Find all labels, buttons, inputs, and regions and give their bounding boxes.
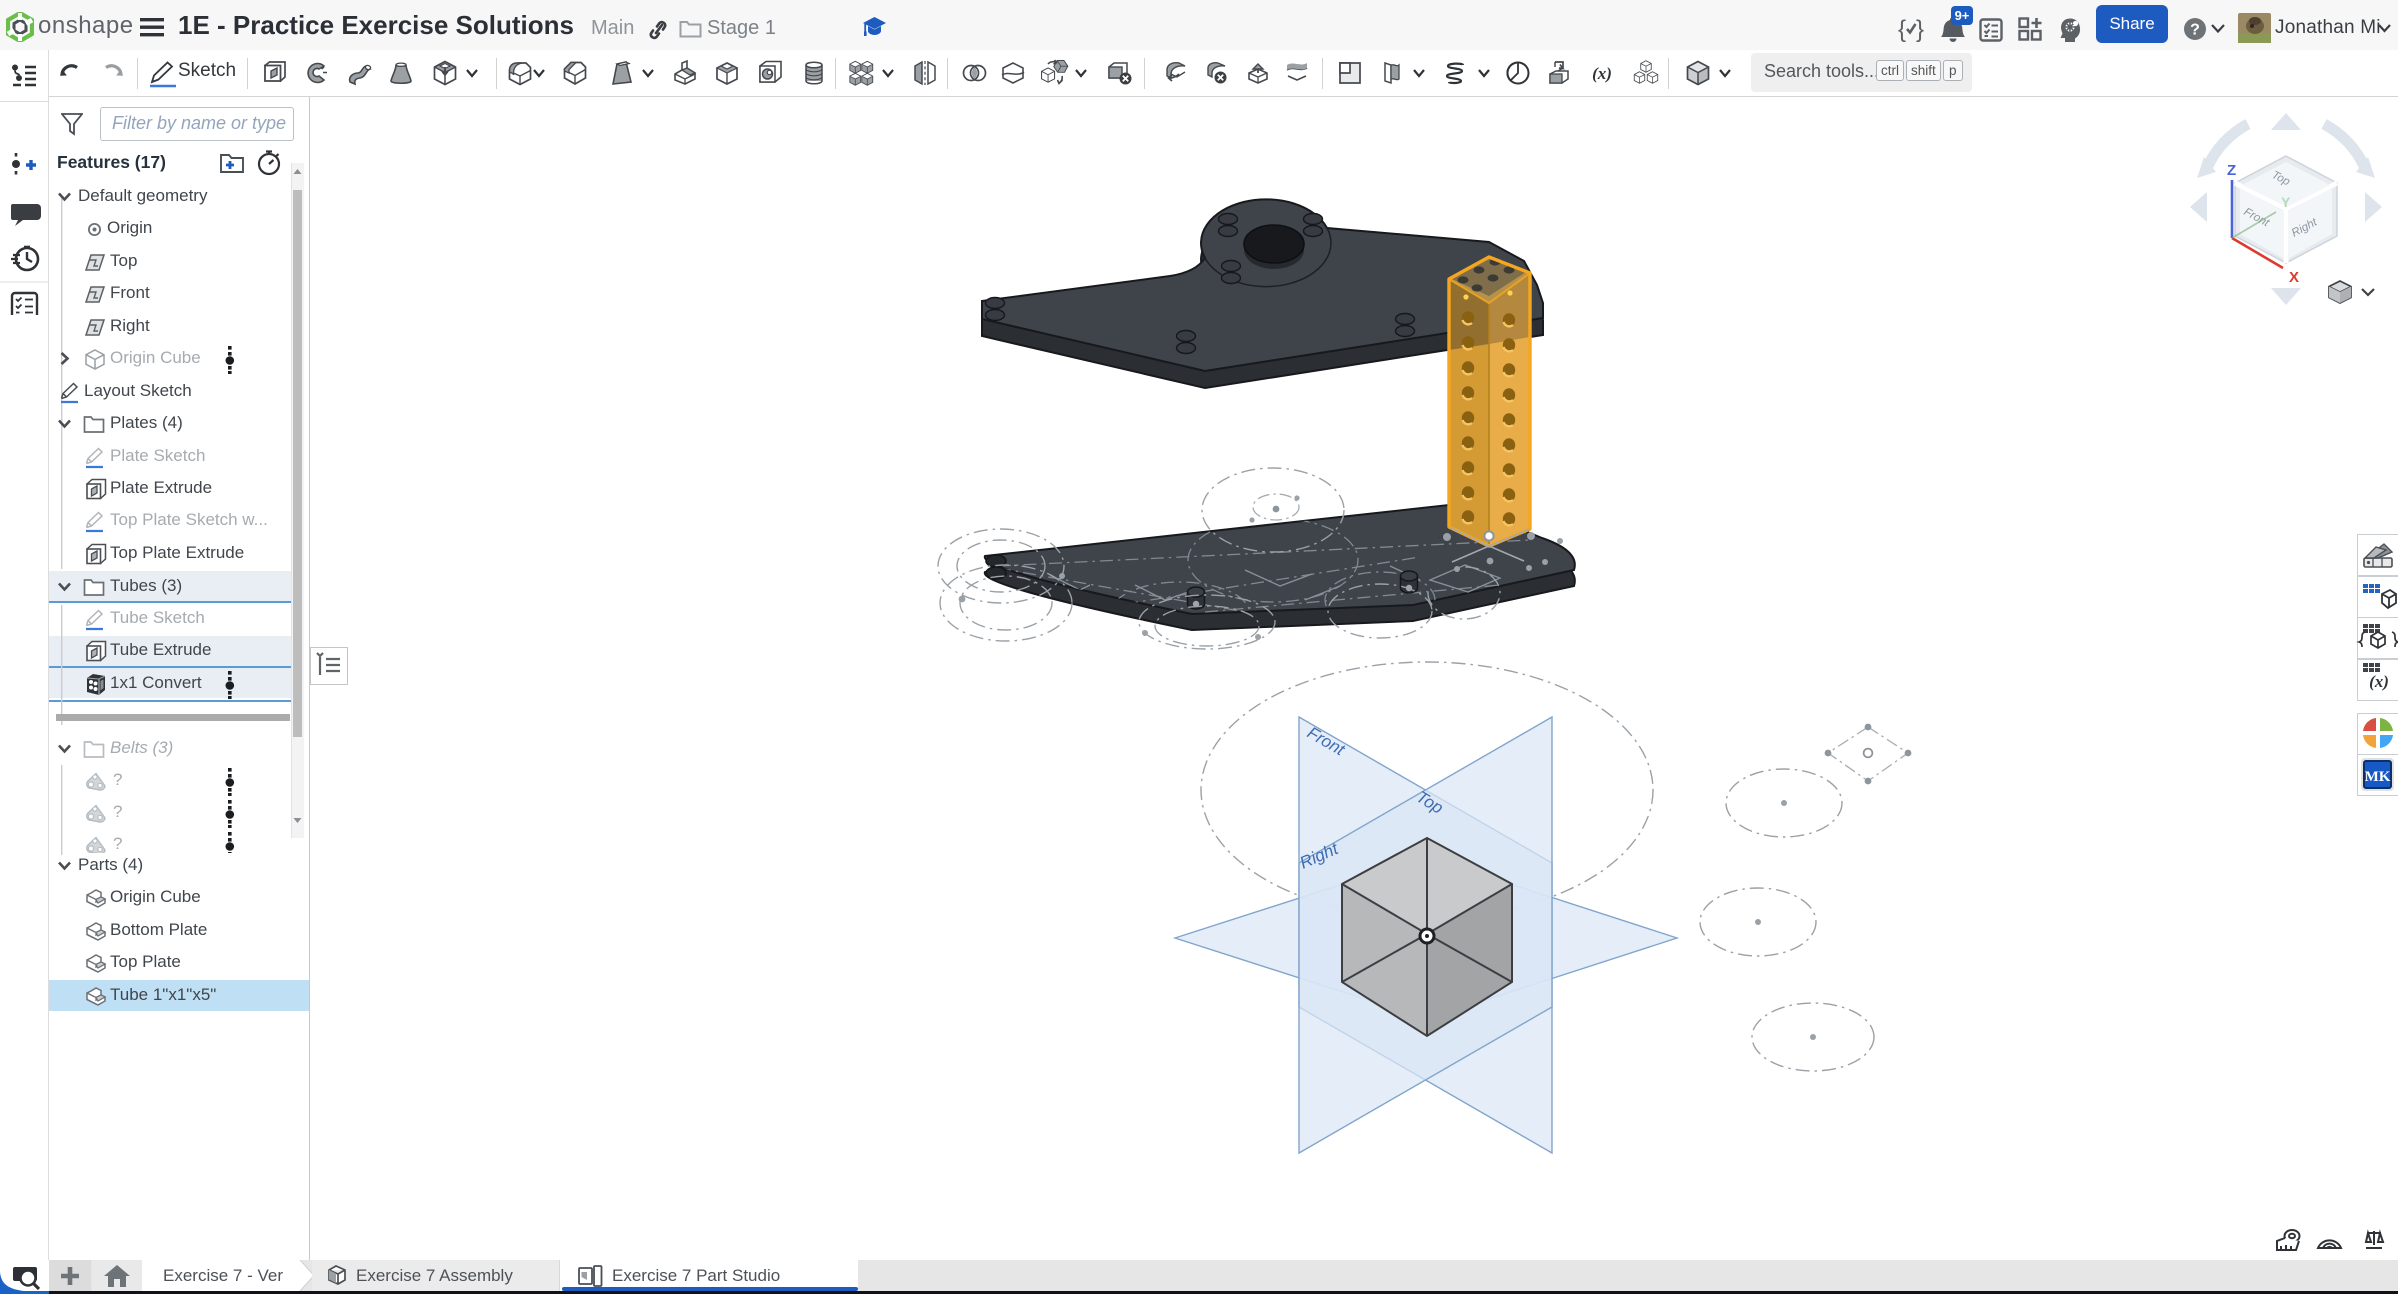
svg-text:}: } <box>1916 17 1924 42</box>
svg-text:(x): (x) <box>2369 672 2389 691</box>
svg-text:9+: 9+ <box>1955 8 1970 23</box>
svg-text:Z: Z <box>2227 162 2236 179</box>
svg-text:X: X <box>2289 269 2299 286</box>
svg-text:{: { <box>1898 17 1906 42</box>
svg-text:MK: MK <box>2365 769 2391 785</box>
svg-text:?: ? <box>2190 22 2200 39</box>
svg-text:Y: Y <box>2281 194 2291 210</box>
svg-text:(x): (x) <box>1592 64 1612 83</box>
